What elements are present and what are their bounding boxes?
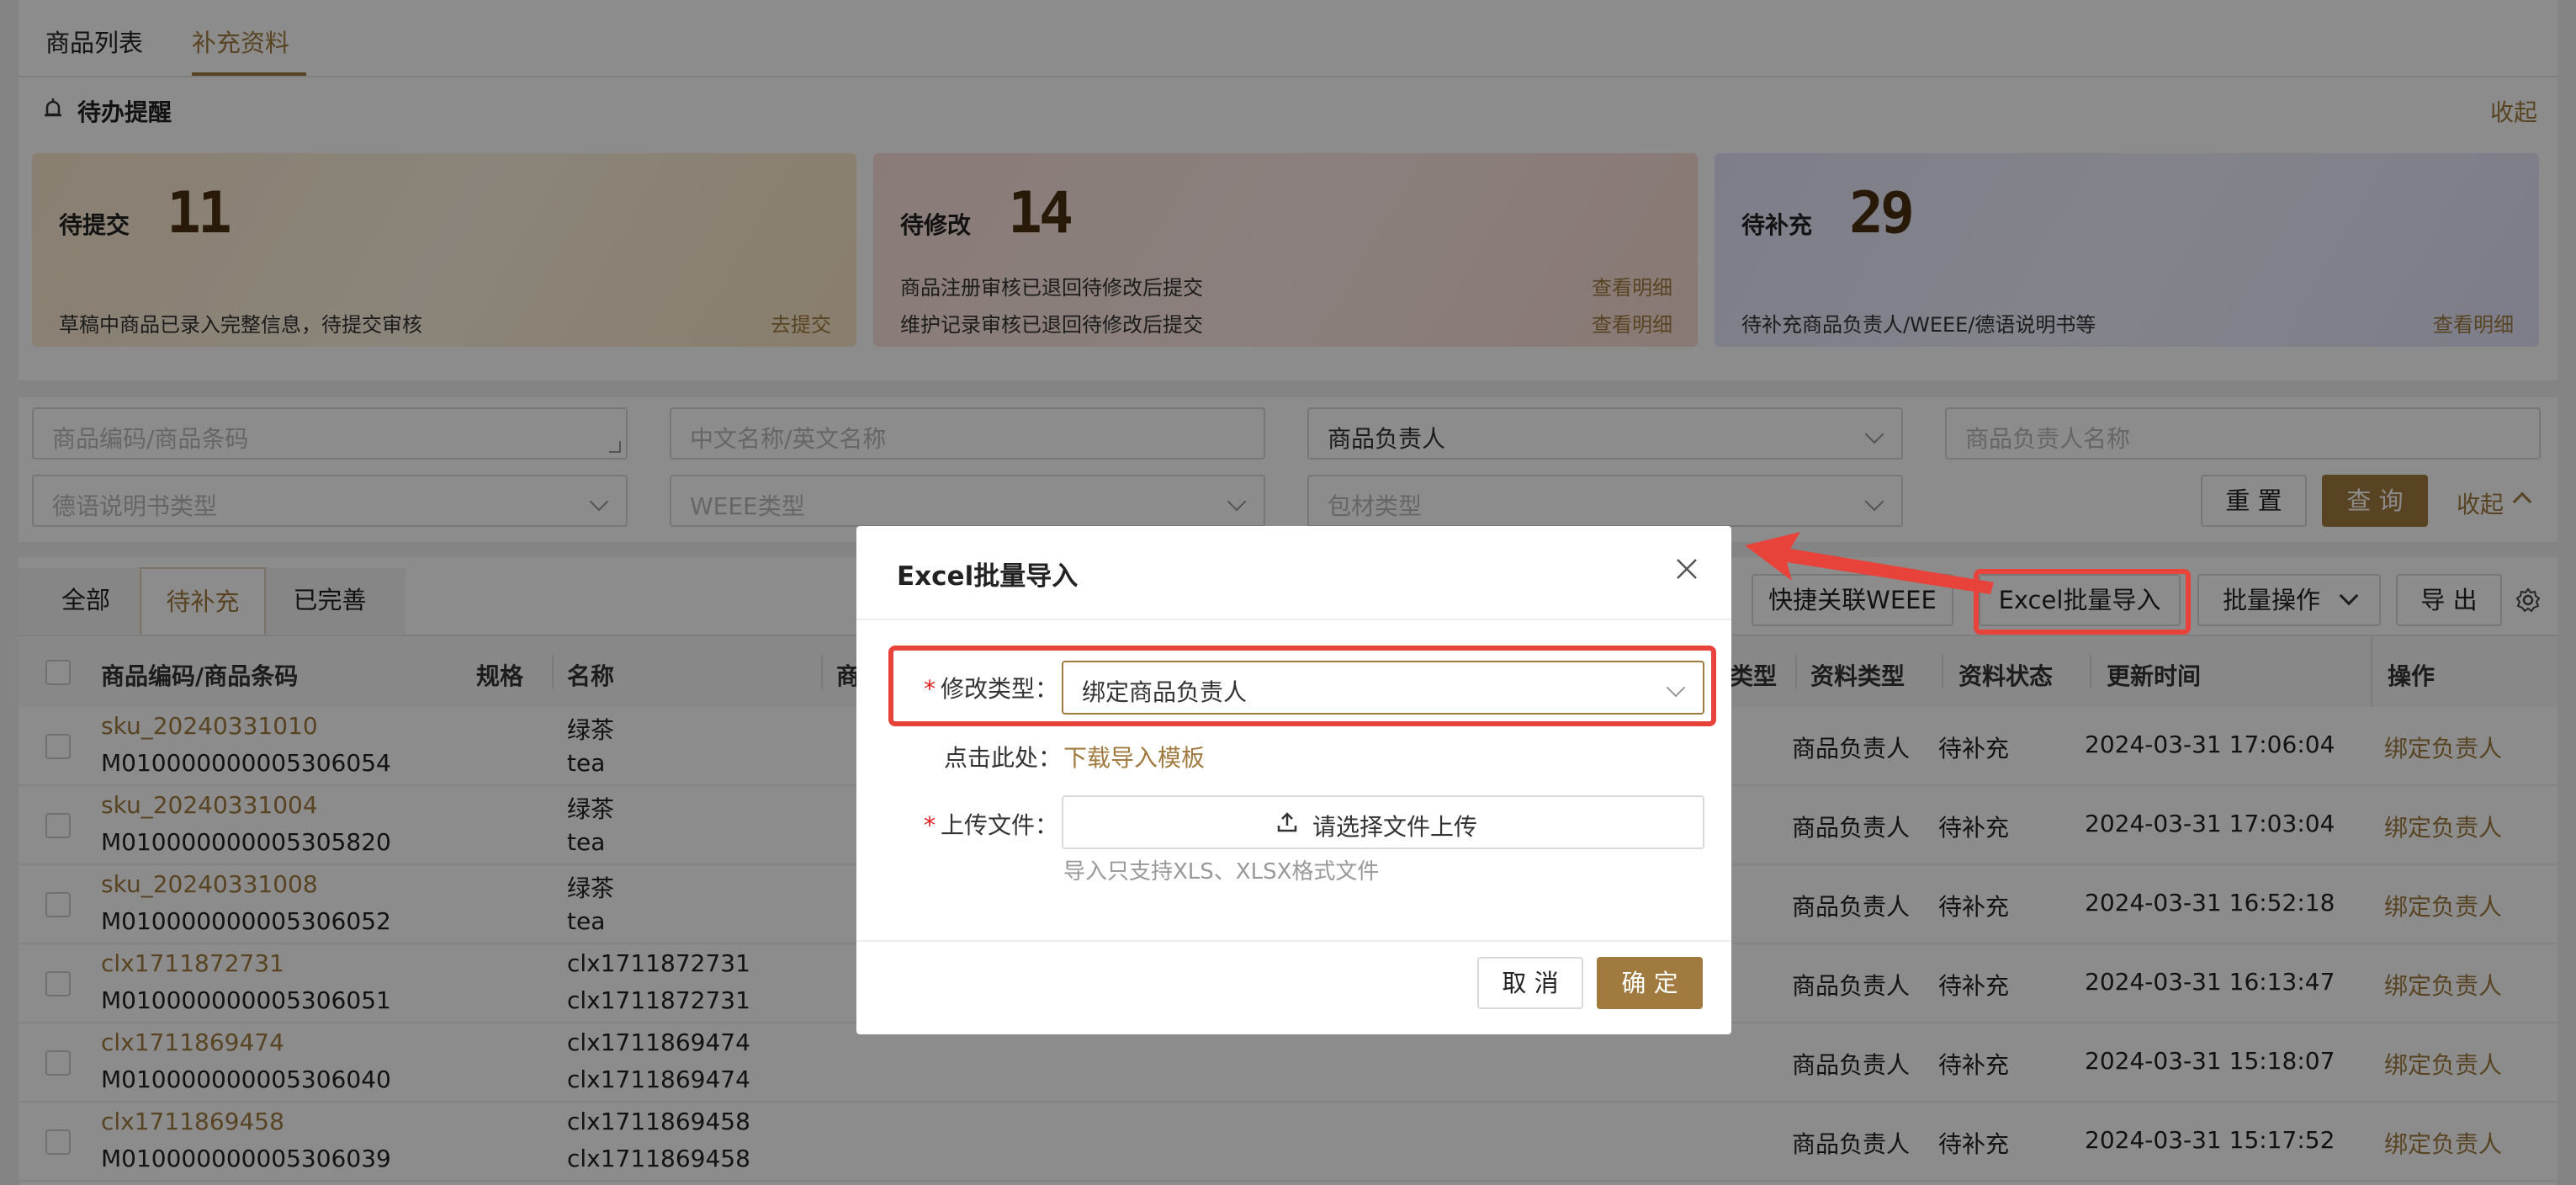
upload-hint: 导入只支持XLS、XLSX格式文件 — [1063, 859, 1380, 885]
app-page: 商品列表 补充资料 待办提醒 收起 待提交 11 草稿中商品已录入完整信息，待提… — [0, 0, 2576, 1185]
excel-import-modal: Excel批量导入 * 修改类型： 绑定商品负责人 点击此处： 下载导入模板 * 上… — [856, 526, 1731, 1034]
modify-type-value: 绑定商品负责人 — [1082, 678, 1248, 706]
close-icon[interactable] — [1674, 556, 1699, 582]
template-label: 点击此处： — [944, 744, 1063, 772]
chevron-down-icon — [1666, 678, 1686, 698]
modal-divider — [856, 940, 1731, 942]
excel-import-highlight — [1974, 569, 2191, 635]
type-label: * 修改类型： — [924, 675, 1059, 703]
upload-file-button[interactable]: 请选择文件上传 — [1062, 795, 1704, 849]
upload-icon — [1277, 812, 1297, 832]
arrow-annotation-icon — [1745, 532, 1994, 594]
upload-button-label: 请选择文件上传 — [1312, 813, 1478, 841]
upload-label: * 上传文件： — [924, 811, 1059, 839]
modal-divider — [856, 619, 1731, 620]
cancel-button[interactable]: 取 消 — [1477, 957, 1583, 1009]
download-template-link[interactable]: 下载导入模板 — [1063, 740, 1205, 773]
modify-type-select[interactable]: 绑定商品负责人 — [1062, 661, 1704, 715]
confirm-button[interactable]: 确 定 — [1597, 957, 1703, 1009]
modal-title: Excel批量导入 — [897, 561, 1079, 592]
